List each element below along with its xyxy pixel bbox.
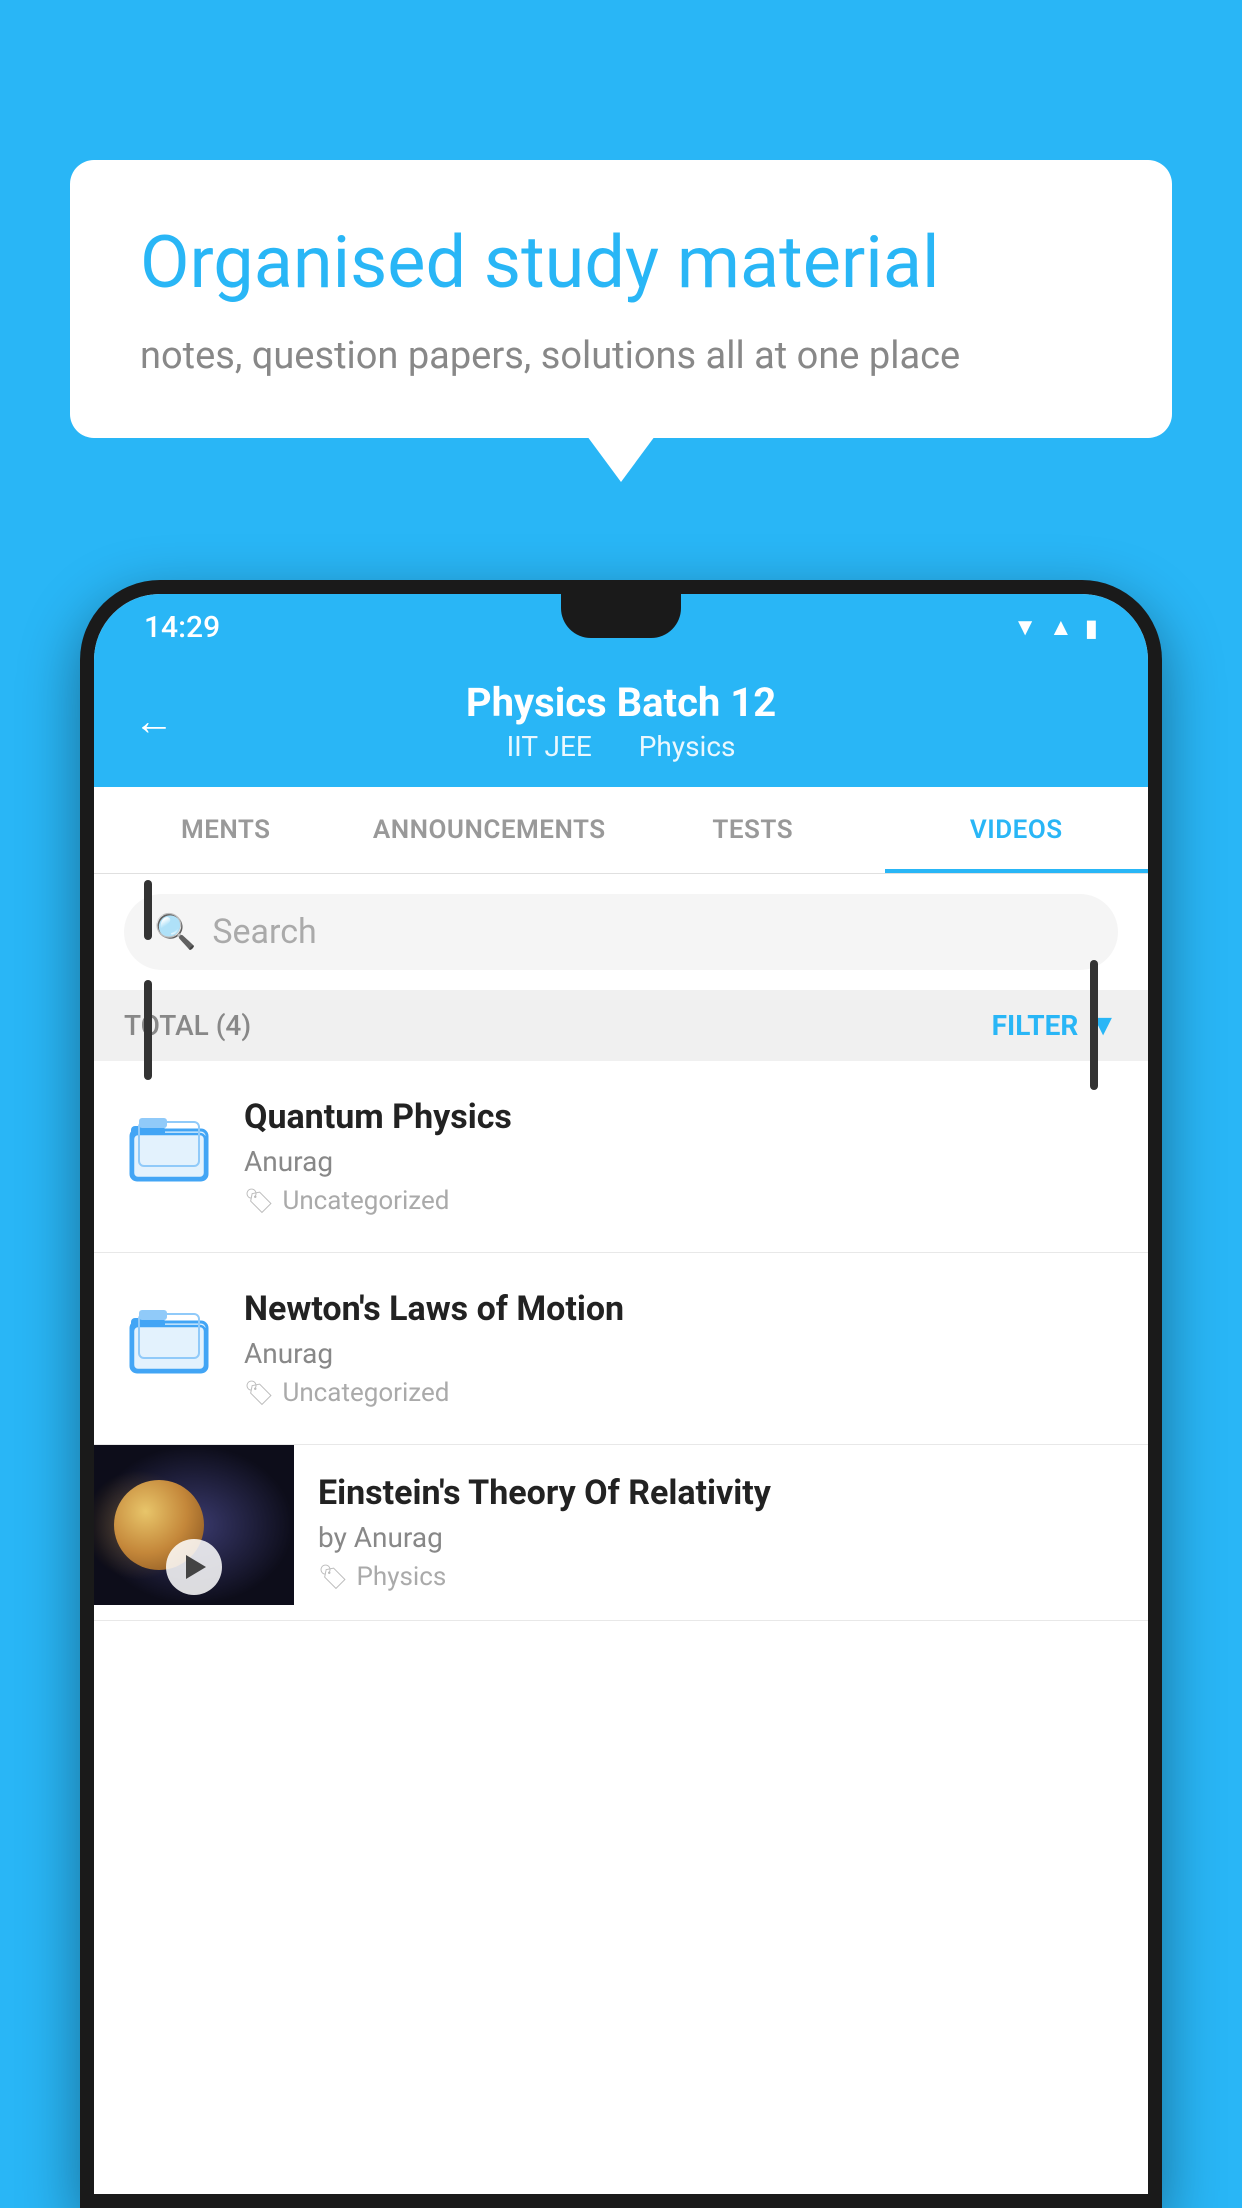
filter-label: FILTER (992, 1009, 1079, 1042)
bubble-subtitle: notes, question papers, solutions all at… (140, 334, 1102, 378)
back-button[interactable]: ← (134, 698, 174, 745)
header-course: IIT JEE (507, 730, 592, 763)
search-container: 🔍 Search (94, 874, 1148, 990)
video-thumbnail (94, 1445, 294, 1605)
volume-up-button (144, 880, 152, 940)
item-tag: 🏷 Uncategorized (244, 1186, 1118, 1216)
search-input[interactable]: Search (212, 912, 316, 952)
signal-icon: ▲ (1049, 613, 1073, 642)
filter-row: TOTAL (4) FILTER ▼ (94, 990, 1148, 1061)
status-icons: ▼ ▲ ▮ (1013, 613, 1098, 642)
item-title: Quantum Physics (244, 1097, 1118, 1137)
content-list: Quantum Physics Anurag 🏷 Uncategorized (94, 1061, 1148, 2194)
volume-down-button (144, 980, 152, 1080)
folder-icon (129, 1107, 209, 1187)
phone-frame: 14:29 ▼ ▲ ▮ ← Physics Batch 12 IIT JEE P… (80, 580, 1162, 2208)
header-title: Physics Batch 12 (466, 679, 776, 726)
speech-bubble-card: Organised study material notes, question… (70, 160, 1172, 438)
wifi-icon: ▼ (1013, 613, 1037, 642)
header-subtitle: IIT JEE Physics (497, 730, 746, 763)
status-bar: 14:29 ▼ ▲ ▮ (94, 594, 1148, 655)
item-author: by Anurag (318, 1521, 1118, 1554)
app-header: ← Physics Batch 12 IIT JEE Physics (94, 655, 1148, 787)
filter-button[interactable]: FILTER ▼ (992, 1008, 1118, 1043)
play-button[interactable] (166, 1539, 222, 1595)
item-title: Einstein's Theory Of Relativity (318, 1473, 1118, 1513)
tag-icon: 🏷 (244, 1379, 274, 1407)
item-content: Newton's Laws of Motion Anurag 🏷 Uncateg… (244, 1289, 1118, 1408)
search-bar[interactable]: 🔍 Search (124, 894, 1118, 970)
item-title: Newton's Laws of Motion (244, 1289, 1118, 1329)
tab-videos[interactable]: VIDEOS (885, 787, 1149, 873)
tab-tests[interactable]: TESTS (621, 787, 885, 873)
list-item[interactable]: Einstein's Theory Of Relativity by Anura… (94, 1445, 1148, 1621)
search-icon: 🔍 (154, 912, 196, 952)
status-time: 14:29 (144, 610, 220, 645)
item-content: Quantum Physics Anurag 🏷 Uncategorized (244, 1097, 1118, 1216)
item-tag: 🏷 Uncategorized (244, 1378, 1118, 1408)
play-icon (186, 1555, 206, 1579)
item-author: Anurag (244, 1145, 1118, 1178)
item-author: Anurag (244, 1337, 1118, 1370)
list-item[interactable]: Newton's Laws of Motion Anurag 🏷 Uncateg… (94, 1253, 1148, 1445)
item-tag: 🏷 Physics (318, 1562, 1118, 1592)
item-content: Einstein's Theory Of Relativity by Anura… (294, 1445, 1118, 1620)
notch (561, 594, 681, 638)
tab-ments[interactable]: MENTS (94, 787, 358, 873)
tab-announcements[interactable]: ANNOUNCEMENTS (358, 787, 622, 873)
tag-icon: 🏷 (244, 1187, 274, 1215)
tab-bar: MENTS ANNOUNCEMENTS TESTS VIDEOS (94, 787, 1148, 874)
bubble-title: Organised study material (140, 220, 1102, 306)
power-button (1090, 960, 1098, 1090)
list-item[interactable]: Quantum Physics Anurag 🏷 Uncategorized (94, 1061, 1148, 1253)
item-icon-container (124, 1289, 214, 1389)
tag-icon: 🏷 (318, 1563, 348, 1591)
folder-icon (129, 1299, 209, 1379)
item-icon-container (124, 1097, 214, 1197)
battery-icon: ▮ (1085, 614, 1098, 642)
phone-screen: 14:29 ▼ ▲ ▮ ← Physics Batch 12 IIT JEE P… (94, 594, 1148, 2194)
header-subject: Physics (639, 730, 736, 763)
